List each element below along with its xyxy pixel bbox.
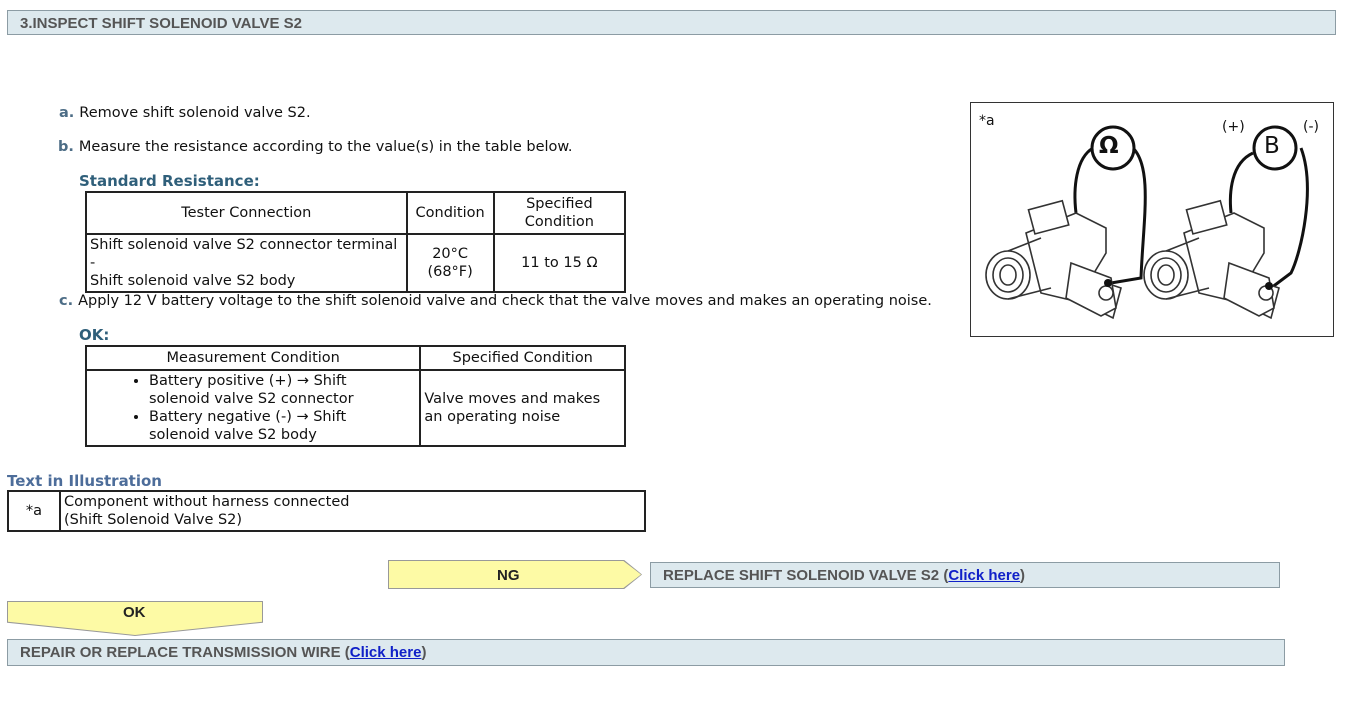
- list-item: Battery negative (-) → Shift solenoid va…: [149, 408, 365, 444]
- paren: ): [421, 644, 427, 661]
- ok-result-text: REPAIR OR REPLACE TRANSMISSION WIRE: [20, 644, 341, 661]
- illustration-desc: (Shift Solenoid Valve S2): [64, 512, 243, 528]
- connection-line: Shift solenoid valve S2 connector termin…: [90, 237, 398, 271]
- table-cell: Shift solenoid valve S2 connector termin…: [85, 233, 408, 293]
- section-title: 3.INSPECT SHIFT SOLENOID VALVE S2: [20, 15, 302, 32]
- resistance-table: Tester Connection Condition Specified Co…: [85, 191, 627, 293]
- step-text: Apply 12 V battery voltage to the shift …: [78, 293, 932, 309]
- step-c: c. Apply 12 V battery voltage to the shif…: [59, 293, 932, 309]
- table-cell: Valve moves and makes an operating noise: [419, 369, 626, 447]
- step-a: a. Remove shift solenoid valve S2.: [59, 105, 311, 121]
- table-header: Condition: [405, 191, 495, 235]
- bullet-list: Battery positive (+) → Shift solenoid va…: [131, 372, 416, 444]
- solenoid-right-icon: [1143, 199, 1280, 320]
- table-header: Specified Condition: [492, 191, 627, 235]
- table-row: *a Component without harness connected (…: [7, 490, 646, 532]
- ng-result-box: REPLACE SHIFT SOLENOID VALVE S2 (Click h…: [650, 562, 1280, 588]
- table-row: Battery positive (+) → Shift solenoid va…: [84, 369, 626, 447]
- ok-label: OK:: [79, 326, 110, 344]
- table-cell: Component without harness connected (Shi…: [59, 490, 646, 532]
- ok-result-box: REPAIR OR REPLACE TRANSMISSION WIRE (Cli…: [7, 639, 1285, 666]
- step-letter: b.: [58, 139, 74, 155]
- illustration-key: *a: [7, 490, 61, 532]
- illustration-label: Text in Illustration: [7, 472, 162, 490]
- list-item: Battery positive (+) → Shift solenoid va…: [149, 372, 365, 408]
- connection-line: Shift solenoid valve S2 body: [90, 273, 296, 289]
- ok-table: Measurement Condition Specified Conditio…: [84, 345, 626, 447]
- condition-line: 20°C: [432, 246, 469, 262]
- step-letter: c.: [59, 293, 74, 309]
- section-header: 3.INSPECT SHIFT SOLENOID VALVE S2: [7, 10, 1336, 35]
- table-cell: 11 to 15 Ω: [492, 233, 627, 293]
- ok-flow-label: OK: [123, 604, 146, 621]
- ohm-symbol: Ω: [1099, 133, 1119, 159]
- step-text: Measure the resistance according to the …: [78, 139, 573, 155]
- ok-click-here-link[interactable]: Click here: [350, 644, 422, 661]
- solenoid-left-icon: [985, 199, 1122, 320]
- step-b: b. Measure the resistance according to th…: [58, 139, 573, 155]
- standard-resistance-label: Standard Resistance:: [79, 172, 260, 190]
- illustration-desc: Component without harness connected: [64, 494, 350, 510]
- table-cell: Battery positive (+) → Shift solenoid va…: [84, 369, 422, 447]
- table-header: Measurement Condition: [84, 345, 422, 371]
- table-header: Tester Connection: [85, 191, 408, 235]
- solenoid-illustration: *a (+) (-) Ω B: [970, 102, 1334, 337]
- battery-symbol: B: [1264, 133, 1280, 159]
- ng-result-text: REPLACE SHIFT SOLENOID VALVE S2: [663, 567, 940, 584]
- step-text: Remove shift solenoid valve S2.: [79, 105, 311, 121]
- table-cell: 20°C (68°F): [405, 233, 495, 293]
- condition-line: (68°F): [427, 264, 473, 280]
- ng-click-here-link[interactable]: Click here: [948, 567, 1020, 584]
- table-header: Specified Condition: [419, 345, 626, 371]
- illustration-table: *a Component without harness connected (…: [7, 490, 646, 532]
- paren: ): [1020, 567, 1026, 584]
- ng-label: NG: [497, 567, 520, 584]
- table-row: Shift solenoid valve S2 connector termin…: [85, 233, 627, 293]
- step-letter: a.: [59, 105, 75, 121]
